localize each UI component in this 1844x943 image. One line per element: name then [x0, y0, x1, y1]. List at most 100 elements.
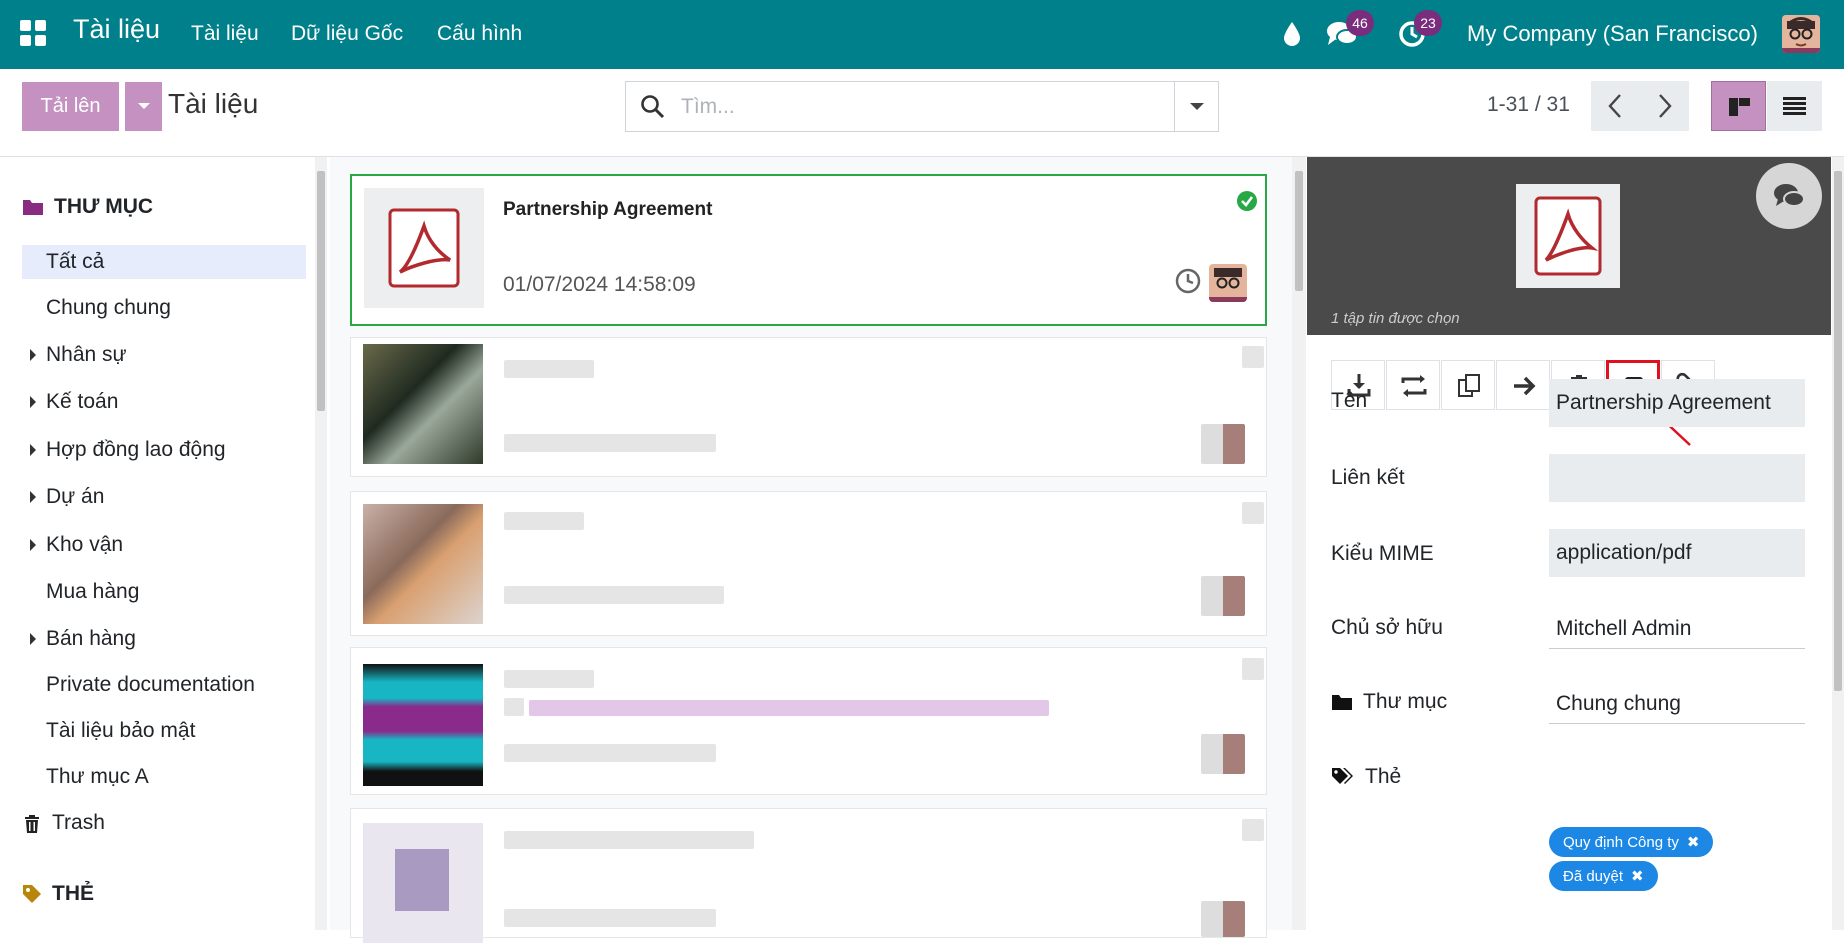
name-field[interactable]: Partnership Agreement [1549, 379, 1805, 427]
caret-right-icon[interactable] [30, 491, 36, 503]
list-view-button[interactable] [1767, 81, 1822, 131]
name-label: Tên [1331, 389, 1367, 413]
blurred-name [504, 670, 594, 688]
folder-item-sales[interactable]: Bán hàng [22, 622, 306, 656]
list-scrollbar[interactable] [1292, 157, 1306, 930]
replace-button[interactable] [1386, 360, 1440, 410]
folder-item-trash[interactable]: Trash [22, 806, 306, 840]
folder-item-hr[interactable]: Nhân sự [22, 338, 306, 372]
company-switcher[interactable]: My Company (San Francisco) [1467, 21, 1758, 47]
app-title[interactable]: Tài liệu [73, 14, 160, 45]
document-date: 01/07/2024 14:58:09 [503, 273, 696, 296]
duplicate-button[interactable] [1441, 360, 1495, 410]
menu-configuration[interactable]: Cấu hình [437, 22, 522, 46]
owner-field[interactable]: Mitchell Admin [1549, 605, 1805, 649]
debug-drop-icon[interactable] [1283, 21, 1301, 47]
folder-label: Mua hàng [46, 580, 140, 603]
duplicate-icon [1458, 374, 1480, 397]
pager-next[interactable] [1640, 81, 1689, 131]
owner-avatar [1201, 734, 1245, 774]
tag-remove-icon[interactable]: ✖ [1631, 867, 1644, 885]
chevron-right-icon [1659, 94, 1672, 118]
search-input[interactable]: Tìm... [681, 95, 735, 119]
caret-right-icon[interactable] [30, 539, 36, 551]
app-menu-icon[interactable] [20, 20, 46, 46]
folder-item-folder-a[interactable]: Thư mục A [22, 760, 306, 794]
folder-sidebar: THƯ MỤC Tất cả Chung chung Nhân sự Kế to… [0, 157, 315, 930]
activities-badge: 23 [1414, 10, 1442, 36]
folder-item-confidential[interactable]: Tài liệu bảo mật [22, 714, 306, 748]
folder-field[interactable]: Chung chung [1549, 680, 1805, 724]
pdf-icon [1534, 196, 1602, 276]
activity-clock-icon[interactable] [1175, 268, 1201, 294]
folder-label: Nhân sự [46, 343, 127, 366]
document-name: Partnership Agreement [503, 199, 713, 220]
select-checkbox[interactable] [1242, 502, 1264, 524]
panel-scrollbar[interactable] [1832, 157, 1844, 930]
kanban-view-button[interactable] [1711, 81, 1766, 131]
document-card[interactable] [350, 491, 1267, 636]
checked-circle-icon[interactable] [1236, 190, 1258, 212]
document-thumbnail [363, 504, 483, 624]
document-card-selected[interactable]: Partnership Agreement 01/07/2024 14:58:0… [350, 174, 1267, 326]
select-checkbox[interactable] [1242, 658, 1264, 680]
folder-label: Kho vận [46, 533, 124, 556]
caret-right-icon[interactable] [30, 349, 36, 361]
tag-remove-icon[interactable]: ✖ [1687, 833, 1700, 851]
folder-item-contracts[interactable]: Hợp đồng lao động [22, 433, 306, 467]
folder-item-purchase[interactable]: Mua hàng [22, 575, 306, 609]
url-field[interactable] [1549, 454, 1805, 502]
arrow-right-icon [1514, 376, 1536, 396]
top-navbar: Tài liệu Tài liệu Dữ liệu Gốc Cấu hình 4… [0, 0, 1844, 69]
sidebar-scrollbar[interactable] [315, 157, 327, 930]
document-card[interactable] [350, 808, 1267, 943]
menu-documents[interactable]: Tài liệu [191, 22, 259, 46]
folder-label: Thư mục A [46, 765, 149, 788]
preview-area: 1 tập tin được chọn [1307, 157, 1831, 335]
folder-item-inventory[interactable]: Kho vận [22, 528, 306, 562]
document-card[interactable] [350, 647, 1267, 795]
search-bar[interactable]: Tìm... [625, 81, 1219, 132]
folder-item-all[interactable]: Tất cả [22, 245, 306, 279]
kanban-icon [1729, 98, 1750, 116]
folder-label: Trash [52, 811, 105, 834]
blurred-icon [504, 698, 524, 716]
folder-label: Tất cả [46, 250, 105, 273]
breadcrumb: Tài liệu [168, 88, 259, 119]
folder-icon [23, 200, 43, 215]
folders-title-text: THƯ MỤC [54, 195, 154, 218]
folder-item-private[interactable]: Private documentation [22, 668, 306, 702]
select-checkbox[interactable] [1242, 819, 1264, 841]
caret-right-icon[interactable] [30, 633, 36, 645]
folders-section-title: THƯ MỤC [22, 195, 153, 219]
caret-right-icon[interactable] [30, 396, 36, 408]
tags-section-title: THẺ [22, 882, 94, 906]
blurred-name [504, 512, 584, 530]
label-text: Chủ sở hữu [1331, 616, 1443, 639]
chatter-toggle-button[interactable] [1756, 163, 1822, 229]
folder-label: Kế toán [46, 390, 119, 413]
upload-button[interactable]: Tải lên [22, 82, 119, 131]
tags-title-text: THẺ [52, 882, 94, 905]
folder-item-general[interactable]: Chung chung [22, 291, 306, 325]
menu-master-data[interactable]: Dữ liệu Gốc [291, 22, 403, 46]
url-label: Liên kết [1331, 466, 1405, 490]
preview-thumbnail[interactable] [1516, 184, 1620, 288]
document-thumbnail [363, 344, 483, 464]
upload-dropdown-toggle[interactable] [125, 82, 162, 131]
move-button[interactable] [1496, 360, 1550, 410]
tag-badge[interactable]: Quy định Công ty ✖ [1549, 827, 1714, 857]
pager-previous[interactable] [1591, 81, 1640, 131]
blurred-date [504, 586, 724, 604]
folder-label: Chung chung [46, 296, 171, 319]
folder-item-projects[interactable]: Dự án [22, 480, 306, 514]
folder-item-accounting[interactable]: Kế toán [22, 385, 306, 419]
tag-badge[interactable]: Đã duyệt ✖ [1549, 861, 1658, 891]
search-icon [641, 95, 665, 119]
caret-right-icon[interactable] [30, 444, 36, 456]
user-avatar[interactable] [1782, 15, 1820, 53]
pager-value[interactable]: 1-31 / 31 [1487, 93, 1570, 117]
select-checkbox[interactable] [1242, 346, 1264, 368]
search-options-toggle[interactable] [1174, 82, 1218, 131]
document-card[interactable] [350, 337, 1267, 477]
